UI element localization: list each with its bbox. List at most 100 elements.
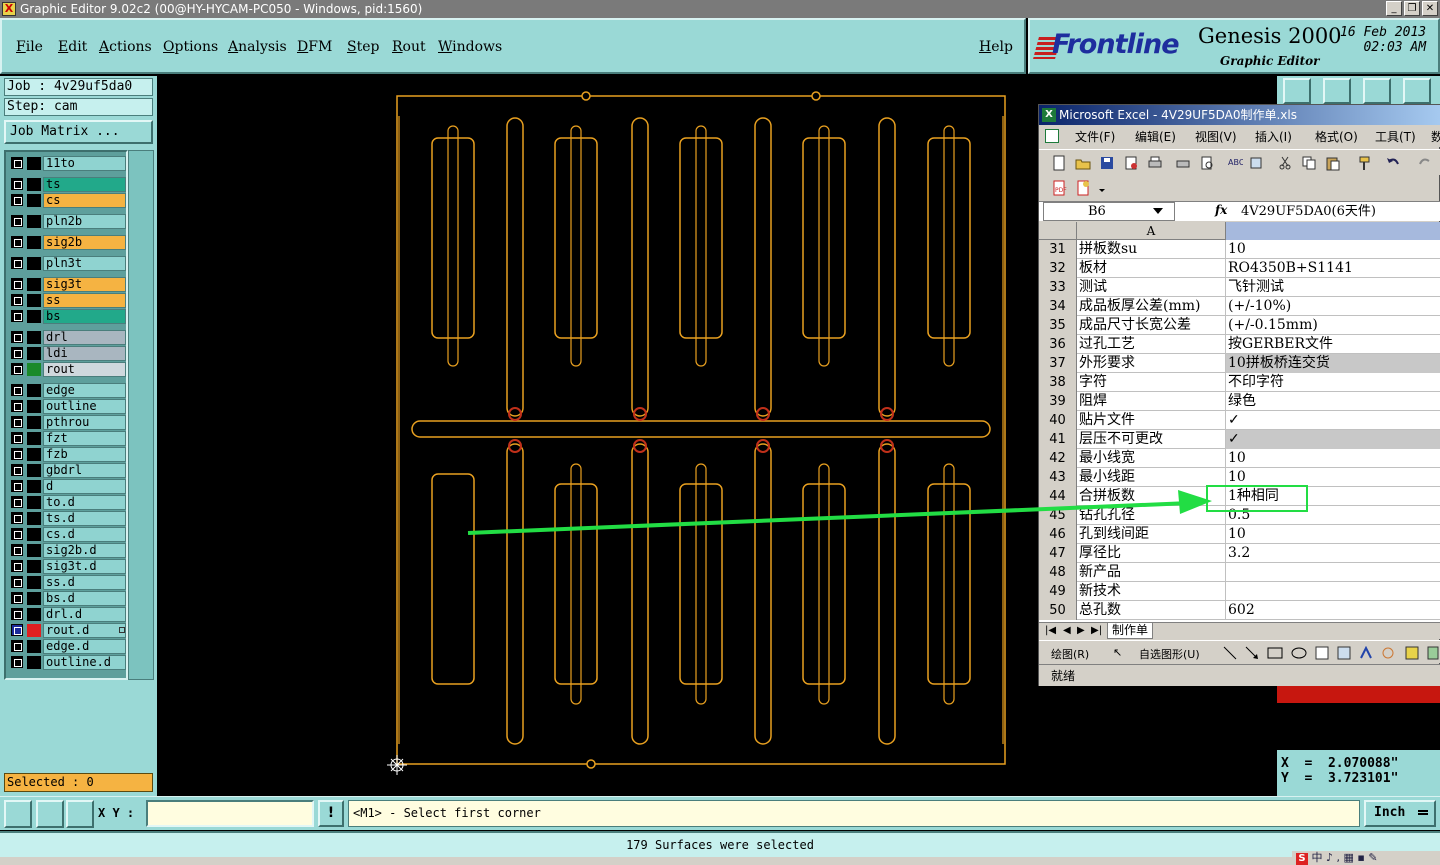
layer-name[interactable]: sig3t.d: [43, 559, 126, 574]
layer-name[interactable]: drl.d: [43, 607, 126, 622]
layer-row[interactable]: pln2b: [8, 214, 126, 229]
layer-work-marker[interactable]: [27, 278, 41, 291]
layer-name[interactable]: ss.d: [43, 575, 126, 590]
layer-row[interactable]: rout.d: [8, 623, 126, 638]
layer-checkbox[interactable]: [11, 480, 23, 492]
layer-checkbox[interactable]: [11, 576, 23, 588]
cell-a[interactable]: 最小线距: [1077, 468, 1226, 487]
arrow-icon[interactable]: [1245, 646, 1259, 660]
layer-name[interactable]: pln2b: [43, 214, 126, 229]
cell-a[interactable]: 总孔数: [1077, 601, 1226, 620]
layer-row[interactable]: cs.d: [8, 527, 126, 542]
layer-name[interactable]: fzb: [43, 447, 126, 462]
permission-icon[interactable]: [1123, 155, 1139, 171]
layer-work-marker[interactable]: [27, 194, 41, 207]
ime-icon[interactable]: S: [1296, 853, 1308, 865]
layer-row[interactable]: pthrou: [8, 415, 126, 430]
first-sheet-icon[interactable]: |◀: [1045, 625, 1056, 636]
autoshapes-menu[interactable]: 自选图形(U): [1139, 646, 1200, 662]
layer-name[interactable]: rout.d: [43, 623, 126, 638]
layer-name[interactable]: ss: [43, 293, 126, 308]
row-number[interactable]: 44: [1039, 487, 1077, 506]
layer-checkbox[interactable]: [11, 178, 23, 190]
cell-a[interactable]: 板材: [1077, 259, 1226, 278]
layer-work-marker[interactable]: [27, 331, 41, 344]
layer-checkbox[interactable]: [11, 257, 23, 269]
row-number[interactable]: 38: [1039, 373, 1077, 392]
unit-selector[interactable]: Inch: [1364, 800, 1436, 827]
cell-a[interactable]: 外形要求: [1077, 354, 1226, 373]
layer-name[interactable]: sig2b: [43, 235, 126, 250]
snap-icon[interactable]: [4, 800, 32, 828]
menu-actions[interactable]: Actions: [99, 39, 152, 55]
row-number[interactable]: 45: [1039, 506, 1077, 525]
layer-checkbox[interactable]: [11, 528, 23, 540]
close-button[interactable]: ✕: [1422, 1, 1438, 16]
new-file-icon[interactable]: [1051, 155, 1067, 171]
layer-row[interactable]: outline.d: [8, 655, 126, 670]
column-b-header[interactable]: [1226, 222, 1440, 240]
layer-work-marker[interactable]: [27, 448, 41, 461]
cell-a[interactable]: 层压不可更改: [1077, 430, 1226, 449]
formula-input[interactable]: 4V29UF5DA0(6天件): [1241, 202, 1440, 221]
layer-work-marker[interactable]: [27, 384, 41, 397]
layer-work-marker[interactable]: [27, 464, 41, 477]
line-icon[interactable]: [1223, 646, 1237, 660]
menu-options[interactable]: Options: [163, 39, 218, 55]
layer-row[interactable]: ss.d: [8, 575, 126, 590]
layer-checkbox[interactable]: [11, 157, 23, 169]
layer-work-marker[interactable]: [27, 528, 41, 541]
paste-icon[interactable]: [1325, 155, 1341, 171]
layer-name[interactable]: gbdrl: [43, 463, 126, 478]
minimize-button[interactable]: _: [1386, 1, 1402, 16]
restore-button[interactable]: ❐: [1404, 1, 1420, 16]
job-matrix-button[interactable]: Job Matrix ...: [4, 120, 153, 144]
excel-menu-tools[interactable]: 工具(T): [1375, 128, 1416, 145]
layer-row[interactable]: gbdrl: [8, 463, 126, 478]
cell-a[interactable]: 合拼板数: [1077, 487, 1226, 506]
layer-work-marker[interactable]: [27, 560, 41, 573]
excel-menu-edit[interactable]: 编辑(E): [1135, 128, 1176, 145]
menu-step[interactable]: Step: [347, 39, 379, 55]
layer-row[interactable]: ss: [8, 293, 126, 308]
layer-work-marker[interactable]: [27, 400, 41, 413]
layer-checkbox[interactable]: [11, 416, 23, 428]
measure-icon[interactable]: [36, 800, 64, 828]
row-number[interactable]: 41: [1039, 430, 1077, 449]
grid-icon[interactable]: [66, 800, 94, 828]
excel-window[interactable]: X Microsoft Excel - 4V29UF5DA0制作单.xls 文件…: [1038, 104, 1440, 686]
redo-icon[interactable]: [1417, 155, 1433, 171]
layer-work-marker[interactable]: [27, 215, 41, 228]
layer-checkbox[interactable]: [11, 448, 23, 460]
layer-name[interactable]: drl: [43, 330, 126, 345]
layer-work-marker[interactable]: [27, 640, 41, 653]
layer-name[interactable]: bs.d: [43, 591, 126, 606]
exclamation-button[interactable]: !: [318, 800, 344, 827]
layer-work-marker[interactable]: [27, 416, 41, 429]
print-preview-icon[interactable]: [1175, 155, 1191, 171]
layer-row[interactable]: to.d: [8, 495, 126, 510]
picture-icon[interactable]: [1427, 646, 1439, 660]
layer-checkbox[interactable]: [11, 608, 23, 620]
cell-b[interactable]: 10: [1226, 468, 1440, 487]
layer-name[interactable]: outline: [43, 399, 126, 414]
diagram-icon[interactable]: [1381, 646, 1395, 660]
menu-help[interactable]: Help: [979, 39, 1013, 55]
cell-b[interactable]: RO4350B+S1141: [1226, 259, 1440, 278]
layer-name[interactable]: edge.d: [43, 639, 126, 654]
cut-icon[interactable]: [1277, 155, 1293, 171]
excel-menu-insert[interactable]: 插入(I): [1255, 128, 1292, 145]
layer-checkbox[interactable]: [11, 384, 23, 396]
layer-work-marker[interactable]: [27, 157, 41, 170]
clipart-icon[interactable]: [1405, 646, 1419, 660]
window-icon[interactable]: [1323, 78, 1351, 104]
row-number[interactable]: 47: [1039, 544, 1077, 563]
layer-work-marker[interactable]: [27, 656, 41, 669]
cell-a[interactable]: 孔到线间距: [1077, 525, 1226, 544]
row-number[interactable]: 34: [1039, 297, 1077, 316]
layer-work-marker[interactable]: [27, 257, 41, 270]
layer-row[interactable]: edge: [8, 383, 126, 398]
layer-name[interactable]: outline.d: [43, 655, 126, 670]
layer-checkbox[interactable]: [11, 278, 23, 290]
next-sheet-icon[interactable]: ▶: [1077, 625, 1085, 636]
